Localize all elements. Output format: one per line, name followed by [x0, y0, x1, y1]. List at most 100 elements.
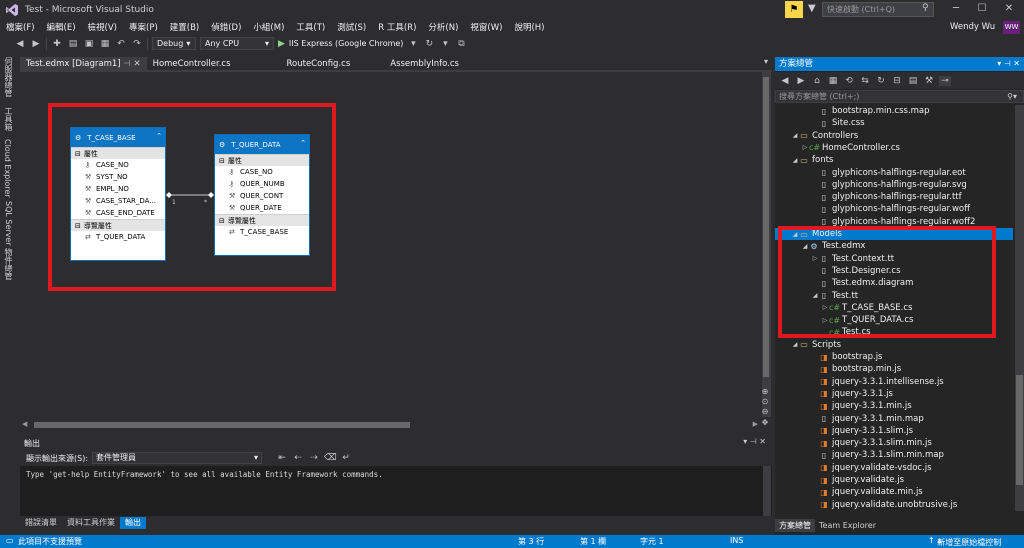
open-file-icon[interactable]: ▤	[67, 39, 79, 49]
canvas-vertical-scrollbar[interactable]	[762, 72, 771, 417]
new-project-icon[interactable]: ✚	[51, 39, 63, 49]
feedback-flag-icon[interactable]: ⚑	[785, 1, 803, 18]
tree-item[interactable]: ◨ jquery.validate.unobtrusive.js	[775, 499, 1013, 511]
menu-project[interactable]: 專案(P)	[123, 21, 164, 33]
show-all-files-icon[interactable]: ▤	[907, 76, 919, 86]
tree-item[interactable]: ▷ c# HomeController.cs	[775, 142, 1013, 154]
minimize-button[interactable]: ─	[944, 0, 968, 18]
menu-window[interactable]: 視窗(W)	[464, 21, 508, 33]
tab-data-tools-operations[interactable]: 資料工具作業	[62, 517, 120, 529]
tree-item[interactable]: ◨ jquery-3.3.1.slim.min.js	[775, 437, 1013, 449]
refresh-icon[interactable]: ↻	[423, 39, 435, 49]
filter-icon[interactable]: ▼	[808, 3, 816, 14]
sync-icon[interactable]: ⇆	[859, 76, 871, 86]
solution-configuration-select[interactable]: Debug ▾	[152, 37, 196, 50]
quick-launch-input[interactable]: 快速啟動 (Ctrl+Q)	[822, 2, 934, 17]
user-name[interactable]: Wendy Wu	[950, 22, 995, 32]
start-debugging-icon[interactable]: ▶	[278, 39, 285, 49]
close-button[interactable]: ✕	[997, 0, 1021, 18]
solution-search-input[interactable]: 搜尋方案總管 (Ctrl+;) ⚲▾	[775, 90, 1024, 103]
scroll-right-icon[interactable]: ▶	[753, 420, 758, 428]
preview-selected-icon[interactable]: ⊸	[939, 75, 951, 86]
menu-view[interactable]: 檢視(V)	[82, 21, 123, 33]
cloud-explorer-tab[interactable]: Cloud Explorer	[3, 139, 12, 198]
tab-routeconfig[interactable]: RouteConfig.cs	[281, 57, 385, 71]
tree-item[interactable]: ◨ jquery-3.3.1.min.js	[775, 400, 1013, 412]
maximize-button[interactable]: ☐	[970, 0, 994, 18]
undo-icon[interactable]: ↶	[115, 39, 127, 49]
back-icon[interactable]: ◀	[14, 39, 26, 49]
pane-controls[interactable]: ▾ ⊣ ✕	[997, 57, 1020, 71]
scrollbar-thumb[interactable]	[763, 77, 769, 377]
tree-item[interactable]: ▯ glyphicons-halflings-regular.eot	[775, 167, 1013, 179]
menu-test[interactable]: 測試(S)	[331, 21, 372, 33]
close-icon[interactable]: ✕	[133, 59, 140, 69]
properties-icon[interactable]: ⚒	[923, 76, 935, 86]
menu-file[interactable]: 檔案(F)	[0, 21, 41, 33]
previous-message-icon[interactable]: ⇠	[292, 453, 304, 463]
menu-help[interactable]: 說明(H)	[508, 21, 550, 33]
zoom-100-icon[interactable]: ⊙	[760, 397, 770, 406]
solution-platform-select[interactable]: Any CPU ▾	[200, 37, 274, 50]
tree-item[interactable]: ◨ jquery-3.3.1.js	[775, 388, 1013, 400]
forward-icon[interactable]: ▶	[795, 76, 807, 86]
tab-overflow-icon[interactable]: ▾	[764, 57, 768, 66]
chevron-down-icon[interactable]: ▾	[407, 39, 419, 49]
forward-icon[interactable]: ▶	[30, 39, 42, 49]
menu-tools[interactable]: 工具(T)	[290, 21, 331, 33]
tab-error-list[interactable]: 錯誤清單	[20, 517, 62, 529]
next-message-icon[interactable]: ⇢	[308, 453, 320, 463]
chevron-down-icon[interactable]: ▾	[439, 39, 451, 49]
tree-item[interactable]: ◨ bootstrap.min.js	[775, 363, 1013, 375]
tree-item[interactable]: ◢ ▭ fonts	[775, 154, 1013, 166]
tree-item[interactable]: ▯ bootstrap.min.css.map	[775, 105, 1013, 117]
pane-controls[interactable]: ▾ ⊣ ✕	[743, 437, 766, 446]
tree-item[interactable]: ◢ ▭ Scripts	[775, 339, 1013, 351]
scrollbar-thumb[interactable]	[1016, 375, 1023, 485]
output-scrollbar[interactable]	[763, 466, 771, 516]
tree-item[interactable]: ◨ jquery-3.3.1.slim.js	[775, 425, 1013, 437]
home-icon[interactable]: ⌂	[811, 76, 823, 86]
tree-item[interactable]: ▯ jquery-3.3.1.min.map	[775, 413, 1013, 425]
save-all-icon[interactable]: ▦	[99, 39, 111, 49]
menu-build[interactable]: 建置(B)	[164, 21, 205, 33]
tree-item[interactable]: ▯ glyphicons-halflings-regular.ttf	[775, 191, 1013, 203]
sql-server-object-explorer-tab[interactable]: SQL Server 物件總管	[3, 201, 14, 280]
menu-team[interactable]: 小組(M)	[247, 21, 290, 33]
expanded-arrow-icon[interactable]: ◢	[791, 157, 799, 164]
output-text[interactable]: Type 'get-help EntityFramework' to see a…	[20, 466, 772, 516]
zoom-in-icon[interactable]: ⊕	[760, 387, 770, 396]
tab-assemblyinfo[interactable]: AssemblyInfo.cs	[384, 57, 465, 71]
scrollbar-thumb[interactable]	[34, 422, 410, 428]
find-message-icon[interactable]: ⇤	[276, 453, 288, 463]
scroll-left-icon[interactable]: ◀	[22, 420, 27, 428]
clear-all-icon[interactable]: ⌫	[324, 453, 337, 463]
tree-item[interactable]: ◨ jquery.validate.js	[775, 474, 1013, 486]
run-target-button[interactable]: IIS Express (Google Chrome)	[289, 39, 404, 48]
pin-icon[interactable]: ⊣	[123, 59, 130, 69]
tab-test-edmx[interactable]: Test.edmx [Diagram1] ⊣ ✕	[20, 57, 147, 71]
menu-r-tools[interactable]: R 工具(R)	[372, 21, 422, 33]
browser-link-icon[interactable]: ⧉	[455, 39, 467, 49]
solution-tree-scrollbar[interactable]	[1015, 105, 1024, 511]
add-to-source-control-button[interactable]: ↑ 新增至原始檔控制 ▴	[928, 536, 1001, 547]
tree-item[interactable]: ◨ bootstrap.js	[775, 351, 1013, 363]
switch-views-icon[interactable]: ▦	[827, 76, 839, 86]
expanded-arrow-icon[interactable]: ◢	[791, 341, 799, 348]
save-icon[interactable]: ▣	[83, 39, 95, 49]
menu-debug[interactable]: 偵錯(D)	[205, 21, 247, 33]
pending-changes-icon[interactable]: ⟲	[843, 76, 855, 86]
redo-icon[interactable]: ↷	[131, 39, 143, 49]
tab-team-explorer[interactable]: Team Explorer	[815, 519, 880, 532]
canvas-horizontal-scrollbar[interactable]: ◀ ▶	[20, 420, 760, 430]
zoom-to-fit-icon[interactable]: ✥	[760, 418, 770, 427]
word-wrap-icon[interactable]: ↵	[340, 453, 352, 463]
tree-item[interactable]: ▯ jquery-3.3.1.slim.min.map	[775, 449, 1013, 461]
menu-analyze[interactable]: 分析(N)	[422, 21, 464, 33]
collapsed-arrow-icon[interactable]: ▷	[801, 144, 809, 151]
tree-item[interactable]: ◨ jquery.validate-vsdoc.js	[775, 462, 1013, 474]
tree-item[interactable]: ▯ Site.css	[775, 117, 1013, 129]
back-icon[interactable]: ◀	[779, 76, 791, 86]
tab-output[interactable]: 輸出	[120, 517, 146, 529]
refresh-icon[interactable]: ↻	[875, 76, 887, 86]
